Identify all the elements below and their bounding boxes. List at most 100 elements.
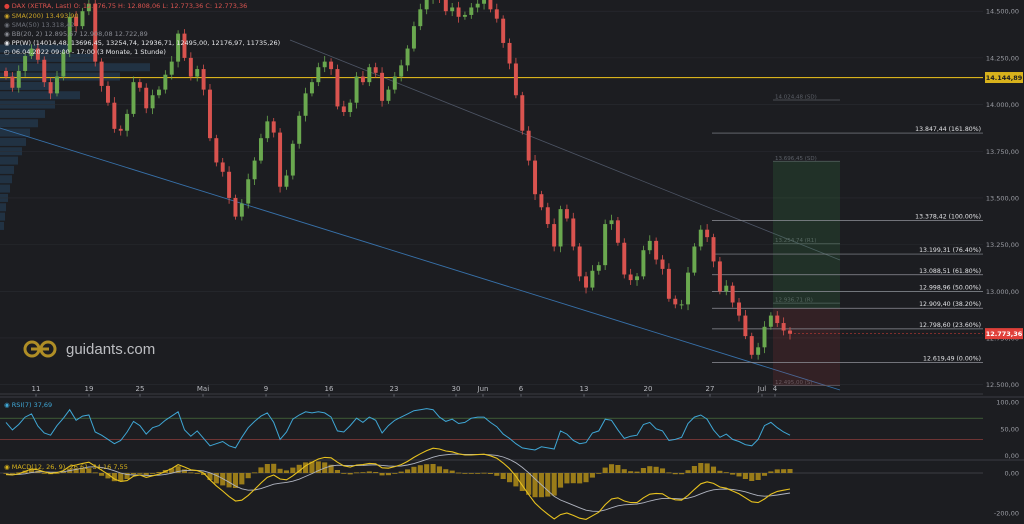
- macd-histogram-bar: [755, 473, 761, 480]
- candle-body: [252, 160, 257, 180]
- candle-body: [156, 89, 161, 96]
- candle-body: [724, 285, 729, 292]
- candle-body: [411, 26, 416, 49]
- macd-histogram-bar: [194, 473, 200, 474]
- macd-histogram-bar: [570, 473, 576, 484]
- candle-body: [150, 95, 155, 109]
- eye-icon[interactable]: ◉: [4, 12, 10, 20]
- sma50-legend: ◉ SMA(50) 13.318,42: [4, 21, 75, 29]
- candle-body: [10, 76, 15, 88]
- horizontal-level-label: 14.144,89: [986, 74, 1023, 82]
- candle-body: [303, 93, 308, 116]
- candle-body: [692, 246, 697, 273]
- volume-profile-bar: [0, 221, 4, 230]
- volume-profile-bar: [0, 212, 5, 221]
- macd-histogram-bar: [3, 473, 9, 474]
- candle-body: [239, 203, 244, 217]
- eye-icon[interactable]: ◉: [4, 401, 10, 409]
- target-zone: [773, 161, 840, 309]
- candle-body: [705, 229, 710, 238]
- candle-body: [469, 7, 474, 15]
- volume-profile-bar: [0, 175, 12, 184]
- x-tick-label: 6: [519, 385, 524, 393]
- macd-histogram-bar: [118, 473, 124, 482]
- candle-body: [169, 61, 174, 75]
- candle-body: [590, 270, 595, 288]
- x-tick-label: 13: [580, 385, 589, 393]
- fib-label: 13.199,31 (76.40%): [919, 247, 981, 254]
- eye-icon[interactable]: ◉: [4, 463, 10, 471]
- rsi-y-tick-label: 100,00: [996, 399, 1019, 407]
- candle-body: [246, 179, 251, 204]
- volume-profile-bar: [0, 165, 14, 174]
- macd-histogram-bar: [691, 466, 697, 473]
- eye-icon[interactable]: ◉: [4, 21, 10, 29]
- candle-body: [501, 18, 506, 43]
- candle-body: [443, 0, 448, 12]
- eye-icon[interactable]: ◉: [4, 30, 10, 38]
- guidants-logo: guidants.com: [22, 339, 155, 359]
- candle-body: [188, 57, 193, 77]
- candle-body: [717, 261, 722, 292]
- candle-body: [456, 7, 461, 17]
- candle-body: [125, 113, 130, 131]
- macd-histogram-bar: [385, 473, 391, 476]
- candle-body: [564, 209, 569, 219]
- x-tick-label: 25: [136, 385, 145, 393]
- candle-body: [386, 89, 391, 101]
- macd-histogram-bar: [666, 472, 672, 474]
- macd-histogram-bar: [634, 471, 640, 473]
- candle-body: [106, 85, 110, 103]
- candle-body: [526, 130, 531, 161]
- candle-body: [615, 220, 620, 243]
- fib-label: 12.998,96 (50.00%): [919, 284, 981, 291]
- candle-body: [284, 175, 289, 187]
- guidants-logo-icon: [23, 340, 57, 358]
- candle-body: [163, 74, 168, 90]
- candle-body: [539, 194, 544, 208]
- candle-body: [290, 143, 295, 176]
- chart-canvas[interactable]: 14.500,00 14.250,00 14.000,00 13.750,00 13.5…: [0, 0, 1024, 524]
- candle-body: [360, 76, 365, 83]
- macd-legend: ◉ MACD(12, 26, 9) -26,61 -34,16 7,55: [4, 463, 128, 471]
- candle-body: [367, 67, 372, 83]
- candle-body: [552, 224, 557, 247]
- candle-body: [450, 7, 455, 12]
- pivot-level-label: 14.024,48 (SD): [775, 94, 817, 100]
- macd-histogram-bar: [334, 470, 340, 473]
- stop-zone: [773, 308, 840, 386]
- candle-body: [258, 138, 263, 161]
- x-tick-label: Jun: [477, 385, 489, 393]
- macd-histogram-bar: [366, 471, 372, 473]
- macd-histogram-bar: [290, 467, 296, 473]
- x-tick-label: 23: [390, 385, 399, 393]
- macd-histogram-bar: [258, 467, 264, 473]
- volume-profile-bar: [0, 203, 6, 212]
- macd-histogram-bar: [557, 473, 564, 488]
- candle-body: [16, 70, 21, 88]
- candle-body: [730, 285, 735, 303]
- last-price-label: 12.773,36: [986, 330, 1023, 338]
- candle-body: [144, 87, 149, 109]
- volume-profile-bar: [0, 137, 26, 146]
- y-tick-label: 13.000,00: [986, 288, 1019, 296]
- candle-body: [647, 240, 652, 251]
- macd-histogram-bar: [710, 466, 717, 473]
- candle-body: [80, 11, 85, 27]
- candle-body: [762, 326, 767, 348]
- macd-histogram-bar: [9, 473, 15, 474]
- macd-histogram-bar: [226, 473, 232, 488]
- candle-body: [545, 207, 550, 225]
- macd-histogram-bar: [704, 463, 710, 473]
- y-tick-label: 13.750,00: [986, 148, 1019, 156]
- candle-body: [520, 95, 525, 131]
- candle-body: [380, 72, 385, 101]
- candle-body: [233, 197, 238, 217]
- candle-body: [227, 171, 232, 198]
- candle-body: [711, 237, 716, 262]
- x-tick-label: 20: [644, 385, 653, 393]
- candle-body: [609, 220, 614, 225]
- eye-icon[interactable]: ◉: [4, 39, 10, 47]
- macd-histogram-bar: [449, 470, 455, 473]
- macd-histogram-bar: [99, 473, 105, 476]
